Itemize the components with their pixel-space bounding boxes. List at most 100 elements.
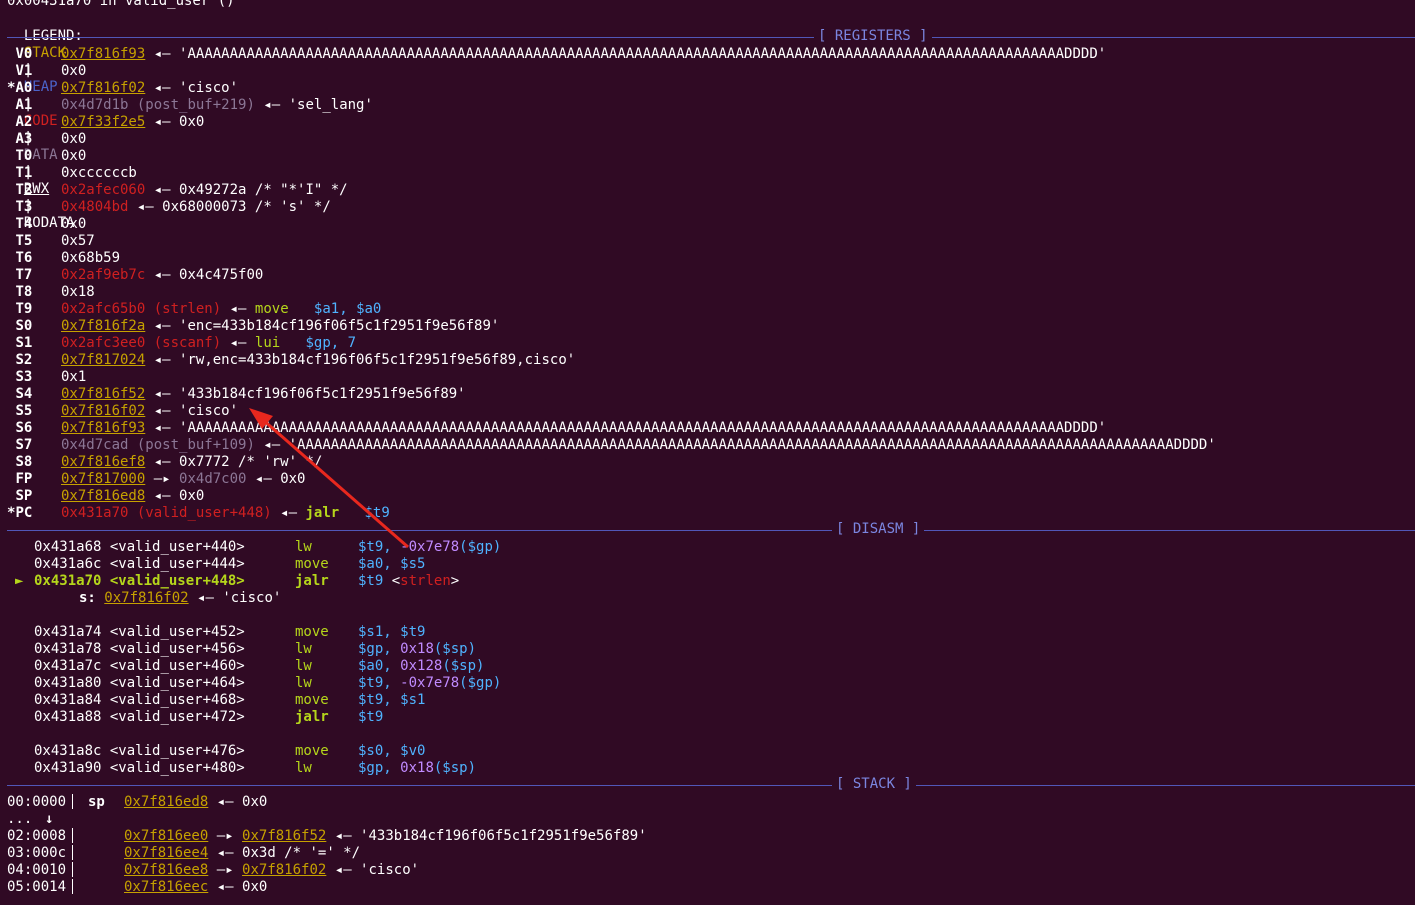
instr-address: 0x431a88 <box>34 709 102 725</box>
disasm-addr[interactable]: 0x431a90 <valid_user+480> <box>34 760 245 777</box>
instr-opcode: lw <box>295 760 312 776</box>
register-name: T9 <box>15 301 33 317</box>
instr-address: 0x431a8c <box>34 743 102 759</box>
register-symbol: (post_buf+109) <box>136 437 255 453</box>
register-name: S6 <box>15 420 33 436</box>
register-deref-args: $gp, 7 <box>305 335 357 351</box>
register-deref: 'enc=433b184cf196f06f5c1f2951f9e56f89' <box>179 318 500 334</box>
register-addr: 0x57 <box>61 233 95 249</box>
register-name: S8 <box>15 454 33 470</box>
legend-line: LEGEND: STACK | HEAP | CODE | DATA | RWX… <box>7 11 83 231</box>
instr-opcode: lw <box>295 658 312 674</box>
operand-1: $t9 <box>358 573 384 589</box>
stack-addr[interactable]: 0x7f816ee4 <box>124 845 208 861</box>
register-value: 0x7f33f2e5 ◂— 0x0 <box>61 114 204 131</box>
disasm-addr[interactable]: 0x431a74 <valid_user+452> <box>34 624 245 641</box>
disasm-addr[interactable]: 0x431a7c <valid_user+460> <box>34 658 245 675</box>
stack-pointer[interactable]: 0x7f816f52 <box>242 828 326 844</box>
instr-opcode: move <box>295 624 329 640</box>
operand-1: $gp, <box>358 760 392 776</box>
call-arg-addr[interactable]: 0x7f816f02 <box>104 590 188 606</box>
disasm-addr[interactable]: 0x431a6c <valid_user+444> <box>34 556 245 573</box>
register-deref: 0x49272a /* "*'I" */ <box>179 182 348 198</box>
register-addr[interactable]: 0x7f816f52 <box>61 386 145 402</box>
stack-title: [ STACK ] <box>832 776 916 793</box>
register-name: S5 <box>15 403 33 419</box>
register-addr: 0x2af9eb7c <box>61 267 146 283</box>
register-addr: 0x0 <box>61 216 87 232</box>
disasm-addr[interactable]: 0x431a88 <valid_user+472> <box>34 709 245 726</box>
register-symbol: (sscanf) <box>153 335 222 351</box>
register-addr: 0x1 <box>61 369 87 385</box>
register-value: 0x4804bd ◂— 0x68000073 /* 's' */ <box>61 199 331 216</box>
stack-addr[interactable]: 0x7f816ed8 <box>124 794 208 810</box>
operand-1: $t9, <box>358 692 392 708</box>
register-value: 0x0 <box>61 216 86 233</box>
register-value: 0x7f816f93 ◂— 'AAAAAAAAAAAAAAAAAAAAAAAAA… <box>61 46 1106 63</box>
register-row: T1 <box>7 165 32 182</box>
stack-entry: 0x7f816ee8 —▸ 0x7f816f02 ◂— 'cisco' <box>124 862 419 879</box>
register-addr[interactable]: 0x7f817000 <box>61 471 145 487</box>
disasm-addr[interactable]: 0x431a80 <valid_user+464> <box>34 675 245 692</box>
register-value: 0x7f816f02 ◂— 'cisco' <box>61 403 238 420</box>
stack-pointer[interactable]: 0x7f816f02 <box>242 862 326 878</box>
register-value: 0x0 <box>61 148 86 165</box>
operand-2: $s1 <box>400 692 426 708</box>
register-addr: 0xccccccb <box>61 165 137 181</box>
stack-reg: sp <box>88 794 105 810</box>
disasm-addr[interactable]: 0x431a70 <valid_user+448> <box>34 573 245 590</box>
instr-address: 0x431a78 <box>34 641 102 657</box>
stack-addr[interactable]: 0x7f816eec <box>124 879 208 895</box>
register-name: T2 <box>15 182 33 198</box>
operand-1: $s1, <box>358 624 392 640</box>
operand-2: ($gp) <box>459 539 502 555</box>
register-addr[interactable]: 0x7f817024 <box>61 352 145 368</box>
register-value: 0x7f817000 —▸ 0x4d7c00 ◂— 0x0 <box>61 471 305 488</box>
register-addr[interactable]: 0x7f816ed8 <box>61 488 145 504</box>
stack-addr[interactable]: 0x7f816ee0 <box>124 828 208 844</box>
arrow-icon: ◂— <box>153 420 171 436</box>
stack-addr[interactable]: 0x7f816ee8 <box>124 862 208 878</box>
registers-divider <box>7 37 1415 38</box>
register-name: T6 <box>15 250 33 266</box>
register-addr[interactable]: 0x7f33f2e5 <box>61 114 145 130</box>
register-addr[interactable]: 0x7f816f2a <box>61 318 145 334</box>
register-value: 0x2afc3ee0 (sscanf) ◂— lui $gp, 7 <box>61 335 356 352</box>
register-addr[interactable]: 0x7f816f93 <box>61 420 145 436</box>
disasm-addr[interactable]: 0x431a8c <valid_user+476> <box>34 743 245 760</box>
instr-operands: $a0, $s5 <box>358 556 425 573</box>
register-value: 0x7f816f52 ◂— '433b184cf196f06f5c1f2951f… <box>61 386 466 403</box>
register-addr[interactable]: 0x7f816ef8 <box>61 454 145 470</box>
register-value: 0x57 <box>61 233 95 250</box>
arrow-icon: ◂— <box>153 80 171 96</box>
register-addr[interactable]: 0x7f816f02 <box>61 80 145 96</box>
register-addr[interactable]: 0x7f816f02 <box>61 403 145 419</box>
disasm-addr[interactable]: 0x431a84 <valid_user+468> <box>34 692 245 709</box>
stack-entry: 0x7f816ee4 ◂— 0x3d /* '=' */ <box>124 845 360 862</box>
arrow-icon: ◂— <box>153 488 171 504</box>
stack-bar <box>72 845 73 860</box>
instr-operands: $gp, 0x18($sp) <box>358 641 476 658</box>
instr-opcode: jalr <box>295 573 329 589</box>
instr-operands: $s1, $t9 <box>358 624 425 641</box>
disasm-addr[interactable]: 0x431a68 <valid_user+440> <box>34 539 245 556</box>
register-row: S0 <box>7 318 32 335</box>
stack-value: 0x0 <box>242 879 268 895</box>
register-addr: 0x4804bd <box>61 199 129 215</box>
register-name: S7 <box>15 437 33 453</box>
operand-2: ($gp) <box>459 675 502 691</box>
disasm-addr[interactable]: 0x431a78 <valid_user+456> <box>34 641 245 658</box>
register-row: SP <box>7 488 32 505</box>
instr-opcode: move <box>295 556 329 572</box>
operand-offset: 0x18 <box>400 641 434 657</box>
register-value: 0x7f816f2a ◂— 'enc=433b184cf196f06f5c1f2… <box>61 318 499 335</box>
register-row: T6 <box>7 250 32 267</box>
register-deref: 0x0 <box>179 114 205 130</box>
instr-operands: $t9 <box>358 709 383 726</box>
register-addr: 0x18 <box>61 284 95 300</box>
register-addr[interactable]: 0x7f816f93 <box>61 46 145 62</box>
register-value: 0x7f817024 ◂— 'rw,enc=433b184cf196f06f5c… <box>61 352 575 369</box>
register-name: T5 <box>15 233 33 249</box>
instr-address: 0x431a80 <box>34 675 102 691</box>
operand-2: $t9 <box>400 624 426 640</box>
